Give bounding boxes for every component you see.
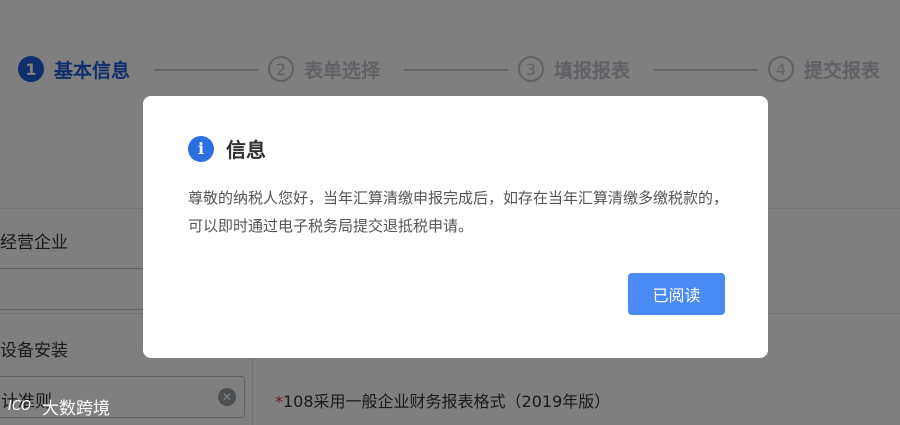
dialog-title: 信息 [226, 138, 266, 162]
info-icon: i [188, 135, 214, 162]
confirm-read-button[interactable]: 已阅读 [628, 273, 725, 315]
watermark-logo-icon: ICO [8, 399, 32, 414]
dialog-header: i 信息 [188, 134, 266, 163]
dialog-message: 尊敬的纳税人您好，当年汇算清缴申报完成后，如存在当年汇算清缴多缴税款的，可以即时… [188, 189, 729, 235]
watermark: ICO 大数跨境 [8, 394, 110, 419]
watermark-text: 大数跨境 [42, 399, 110, 419]
info-dialog: i 信息 尊敬的纳税人您好，当年汇算清缴申报完成后，如存在当年汇算清缴多缴税款的… [143, 96, 768, 358]
